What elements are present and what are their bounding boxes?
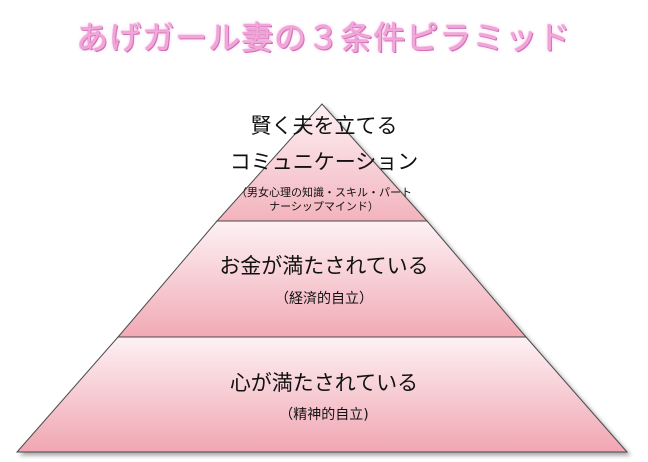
tier-top-sub-line-1: （男女心理の知識・スキル・パート xyxy=(236,186,412,199)
tier-top-main-line-1: 賢く夫を立てる xyxy=(250,114,398,138)
tier-middle-sub-line: （経済的自立） xyxy=(275,291,373,307)
tier-middle-main-line: お金が満たされている xyxy=(219,254,429,278)
tier-top-main-line-2: コミュニケーション xyxy=(229,150,419,174)
tier-bottom-main-line: 心が満たされている xyxy=(229,371,419,395)
tier-top-sub-line-2: ナーシップマインド） xyxy=(269,200,379,213)
tier-bottom-sub-line: （精神的自立) xyxy=(279,407,369,423)
pyramid-tier-middle xyxy=(116,220,528,338)
